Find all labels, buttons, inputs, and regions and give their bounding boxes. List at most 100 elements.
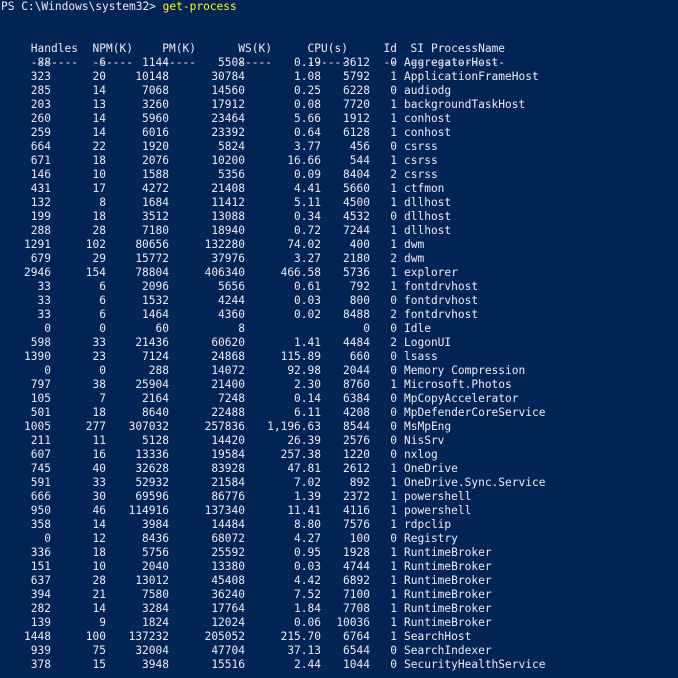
cell-process-name: RuntimeBroker bbox=[404, 546, 492, 559]
table-row: 1005 277 307032 257836 1,196.63 8544 0 MsMpEng bbox=[0, 420, 678, 434]
cell-id: 4532 bbox=[343, 210, 370, 223]
cell-cpu: 1.84 bbox=[294, 602, 321, 615]
cell-ws: 21400 bbox=[211, 378, 245, 391]
cell-process-name: Idle bbox=[404, 322, 431, 335]
cell-si: 0 bbox=[390, 210, 397, 223]
cell-process-name: dwm bbox=[404, 252, 425, 265]
cell-process-name: Microsoft.Photos bbox=[404, 378, 512, 391]
cell-ws: 60620 bbox=[211, 336, 245, 349]
cell-si: 0 bbox=[390, 644, 397, 657]
cell-pm: 1684 bbox=[142, 196, 169, 209]
cell-cpu: 1.41 bbox=[294, 336, 321, 349]
cell-id: 10036 bbox=[336, 616, 370, 629]
table-row: 1448 100 137232 205052 215.70 6764 1 SearchHost bbox=[0, 630, 678, 644]
table-row: 88 6 1144 5508 0.19 3612 0 AggregatorHost bbox=[0, 56, 678, 70]
cell-pm: 5756 bbox=[142, 546, 169, 559]
cell-npm: 14 bbox=[92, 602, 106, 615]
cell-id: 5736 bbox=[343, 266, 370, 279]
cell-handles: 1291 bbox=[24, 238, 51, 251]
cell-pm: 4272 bbox=[142, 182, 169, 195]
cell-pm: 1824 bbox=[142, 616, 169, 629]
cell-si: 1 bbox=[390, 546, 397, 559]
cell-handles: 203 bbox=[30, 98, 51, 111]
cell-cpu: 26.39 bbox=[287, 434, 321, 447]
cell-si: 1 bbox=[390, 238, 397, 251]
cell-ws: 83928 bbox=[211, 462, 245, 475]
cell-si: 1 bbox=[390, 224, 397, 237]
cell-handles: 797 bbox=[30, 378, 51, 391]
table-row: 679 29 15772 37976 3.27 2180 2 dwm bbox=[0, 252, 678, 266]
cell-ws: 5356 bbox=[218, 168, 245, 181]
cell-process-name: fontdrvhost bbox=[404, 294, 479, 307]
cell-process-name: rdpclip bbox=[404, 518, 452, 531]
cell-npm: 100 bbox=[85, 630, 106, 643]
cell-process-name: ApplicationFrameHost bbox=[404, 70, 539, 83]
cell-ws: 10200 bbox=[211, 154, 245, 167]
header-pm: PM(K) bbox=[162, 42, 196, 55]
cell-handles: 637 bbox=[30, 574, 51, 587]
cell-handles: 88 bbox=[37, 56, 51, 69]
cell-cpu: 4.27 bbox=[294, 532, 321, 545]
cell-npm: 0 bbox=[99, 364, 106, 377]
table-row: 0 0 60 8 0 0 Idle bbox=[0, 322, 678, 336]
cell-process-name: NisSrv bbox=[404, 434, 445, 447]
cell-ws: 14560 bbox=[211, 84, 245, 97]
cell-pm: 13012 bbox=[135, 574, 169, 587]
cell-pm: 137232 bbox=[128, 630, 169, 643]
cell-pm: 1920 bbox=[142, 140, 169, 153]
cell-id: 1912 bbox=[343, 112, 370, 125]
table-row: 797 38 25904 21400 2.30 8760 1 Microsoft.Photos bbox=[0, 378, 678, 392]
cell-pm: 114916 bbox=[128, 504, 169, 517]
cell-handles: 33 bbox=[37, 280, 51, 293]
cell-ws: 15516 bbox=[211, 658, 245, 671]
cell-id: 6228 bbox=[343, 84, 370, 97]
cell-pm: 7580 bbox=[142, 588, 169, 601]
cell-id: 7708 bbox=[343, 602, 370, 615]
cell-process-name: MsMpEng bbox=[404, 420, 452, 433]
cell-handles: 0 bbox=[44, 364, 51, 377]
cell-id: 400 bbox=[349, 238, 370, 251]
cell-handles: 358 bbox=[30, 518, 51, 531]
cell-ws: 13088 bbox=[211, 210, 245, 223]
cell-si: 0 bbox=[390, 140, 397, 153]
cell-si: 1 bbox=[390, 490, 397, 503]
cell-cpu: 74.02 bbox=[287, 238, 321, 251]
cell-cpu: 0.03 bbox=[294, 294, 321, 307]
cell-process-name: RuntimeBroker bbox=[404, 602, 492, 615]
cell-pm: 80656 bbox=[135, 238, 169, 251]
cell-process-name: fontdrvhost bbox=[404, 280, 479, 293]
cell-si: 0 bbox=[390, 56, 397, 69]
cell-npm: 102 bbox=[85, 238, 106, 251]
cell-handles: 211 bbox=[30, 434, 51, 447]
cell-ws: 21408 bbox=[211, 182, 245, 195]
table-row: 323 20 10148 30784 1.08 5792 1 ApplicationFrame… bbox=[0, 70, 678, 84]
table-row: 394 21 7580 36240 7.52 7100 1 RuntimeBroker bbox=[0, 588, 678, 602]
cell-npm: 6 bbox=[99, 308, 106, 321]
cell-handles: 282 bbox=[30, 602, 51, 615]
cell-process-name: ctfmon bbox=[404, 182, 445, 195]
cell-si: 1 bbox=[390, 378, 397, 391]
cell-ws: 36240 bbox=[211, 588, 245, 601]
table-row: 199 18 3512 13088 0.34 4532 0 dllhost bbox=[0, 210, 678, 224]
cell-cpu: 0.61 bbox=[294, 280, 321, 293]
cell-si: 1 bbox=[390, 574, 397, 587]
cell-handles: 664 bbox=[30, 140, 51, 153]
powershell-console[interactable]: PS C:\Windows\system32> get-process Hand… bbox=[0, 0, 678, 678]
cell-pm: 8436 bbox=[142, 532, 169, 545]
cell-process-name: SearchIndexer bbox=[404, 644, 492, 657]
cell-si: 1 bbox=[390, 98, 397, 111]
cell-ws: 24868 bbox=[211, 350, 245, 363]
cell-process-name: csrss bbox=[404, 168, 438, 181]
cell-id: 456 bbox=[349, 140, 370, 153]
cell-npm: 10 bbox=[92, 168, 106, 181]
cell-cpu: 0.02 bbox=[294, 308, 321, 321]
cell-id: 8404 bbox=[343, 168, 370, 181]
table-row: 2946 154 78804 406340 466.58 5736 1 explorer bbox=[0, 266, 678, 280]
cell-pm: 5960 bbox=[142, 112, 169, 125]
cell-handles: 431 bbox=[30, 182, 51, 195]
cell-ws: 4360 bbox=[218, 308, 245, 321]
cell-handles: 336 bbox=[30, 546, 51, 559]
cell-cpu: 0.19 bbox=[294, 56, 321, 69]
cell-si: 0 bbox=[390, 364, 397, 377]
cell-npm: 14 bbox=[92, 126, 106, 139]
